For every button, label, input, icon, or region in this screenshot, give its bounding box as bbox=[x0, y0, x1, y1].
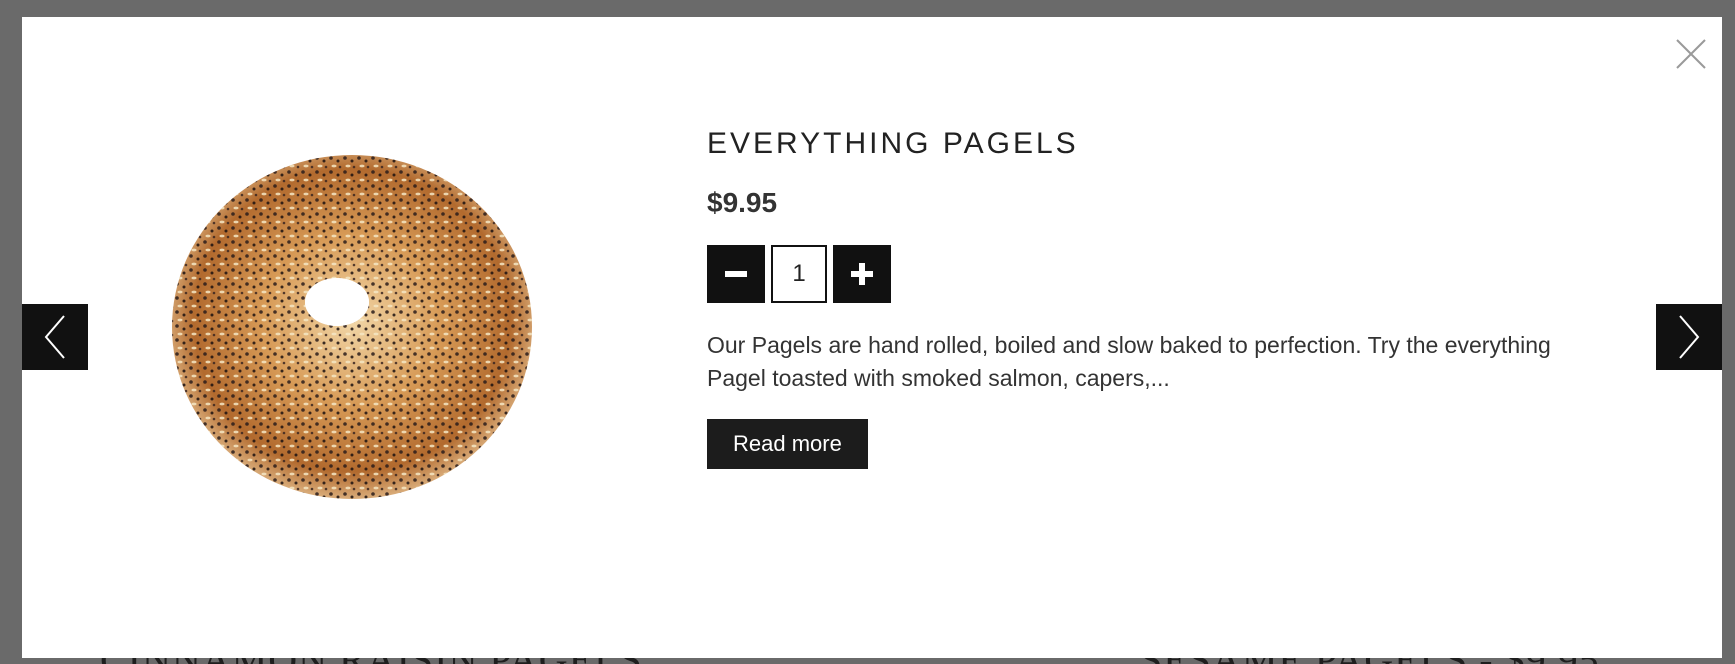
chevron-right-icon bbox=[1679, 315, 1700, 359]
minus-icon bbox=[725, 271, 747, 277]
product-title: EVERYTHING PAGELS bbox=[707, 127, 1079, 160]
product-image bbox=[132, 127, 582, 557]
close-icon bbox=[1676, 39, 1706, 69]
product-description: Our Pagels are hand rolled, boiled and s… bbox=[707, 332, 1551, 391]
plus-icon bbox=[851, 263, 873, 285]
chevron-left-icon bbox=[44, 315, 65, 359]
next-product-button[interactable] bbox=[1656, 304, 1722, 370]
increase-quantity-button[interactable] bbox=[833, 245, 891, 303]
quantity-input[interactable] bbox=[771, 245, 827, 303]
product-price: $9.95 bbox=[707, 187, 778, 218]
read-more-button[interactable]: Read more bbox=[707, 419, 868, 469]
everything-bagel-image bbox=[172, 155, 532, 499]
screen: CINNAMON RAISIN PAGELS SESAME PAGELS - $… bbox=[0, 0, 1735, 664]
close-button[interactable] bbox=[1674, 37, 1708, 71]
decrease-quantity-button[interactable] bbox=[707, 245, 765, 303]
quantity-stepper bbox=[707, 245, 1607, 303]
previous-product-button[interactable] bbox=[22, 304, 88, 370]
product-info: EVERYTHING PAGELS $9.95 Our Pagels are h… bbox=[707, 127, 1607, 469]
quick-view-modal: EVERYTHING PAGELS $9.95 Our Pagels are h… bbox=[22, 17, 1722, 658]
